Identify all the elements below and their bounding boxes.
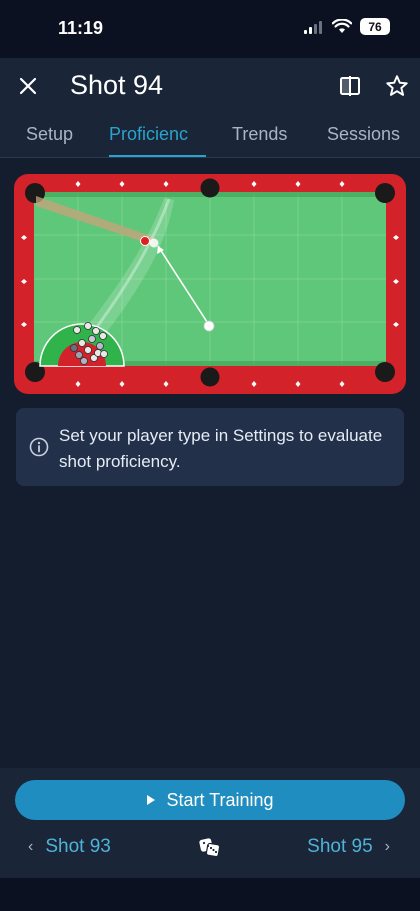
tab-bar: Setup Proficienc Trends Sessions: [0, 124, 420, 158]
previous-shot-link[interactable]: ‹ Shot 93: [28, 836, 111, 858]
object-ball: [140, 236, 150, 246]
chevron-right-icon: ›: [384, 838, 390, 855]
next-shot-label: Shot 95: [307, 836, 373, 857]
dice-icon[interactable]: [198, 835, 222, 859]
tab-setup[interactable]: Setup: [26, 124, 73, 145]
info-message: Set your player type in Settings to eval…: [59, 426, 383, 471]
wifi-icon: [332, 19, 352, 33]
info-card: Set your player type in Settings to eval…: [16, 408, 404, 486]
status-bar: 11:19 76: [0, 0, 420, 58]
chevron-left-icon: ‹: [28, 838, 34, 855]
next-shot-link[interactable]: Shot 95 ›: [307, 836, 390, 858]
play-icon: [147, 795, 156, 805]
close-icon[interactable]: [16, 74, 40, 98]
header: Shot 94 Setup Proficienc Trends Sessions: [0, 58, 420, 158]
start-training-label: Start Training: [166, 789, 274, 810]
info-icon: [29, 437, 49, 457]
header-divider: [0, 157, 420, 158]
star-icon[interactable]: [384, 73, 410, 99]
cue-ball[interactable]: [203, 320, 215, 332]
status-icons: 76: [304, 18, 390, 35]
previous-shot-label: Shot 93: [45, 836, 111, 857]
signal-icon: [304, 20, 322, 34]
ghost-ball: [149, 238, 159, 248]
battery-indicator: 76: [360, 18, 390, 35]
tab-sessions[interactable]: Sessions: [327, 124, 400, 145]
tab-trends[interactable]: Trends: [232, 124, 287, 145]
compare-icon[interactable]: [338, 74, 362, 98]
home-indicator-area: [0, 878, 420, 911]
start-training-button[interactable]: Start Training: [15, 780, 405, 820]
status-time: 11:19: [58, 18, 104, 38]
pool-table: [14, 174, 406, 394]
bottom-bar: Start Training ‹ Shot 93 Shot 95 ›: [0, 768, 420, 911]
pool-table-diagram: [14, 174, 406, 394]
page-title: Shot 94: [70, 70, 164, 100]
tab-proficiency[interactable]: Proficienc: [109, 124, 188, 145]
